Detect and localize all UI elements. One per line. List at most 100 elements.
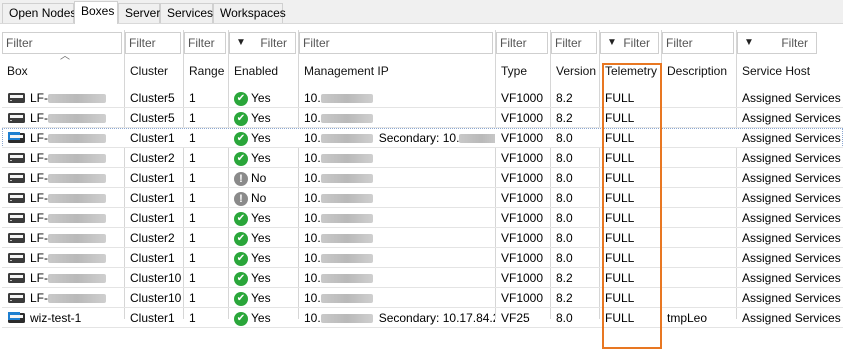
cell-version[interactable]: 8.0 [551,128,599,148]
cell-enabled[interactable]: ! No [229,188,298,208]
table-row[interactable]: LF- Cluster1 1 ✔ Yes 10. Secondary: 10. VF1000 8… [2,128,843,148]
cell-service-host[interactable]: Assigned Services [737,148,843,168]
cell-version[interactable]: 8.0 [551,188,599,208]
cell-telemetry[interactable]: FULL [600,268,661,288]
filter-management-ip[interactable]: Filter [299,32,493,54]
cell-telemetry[interactable]: FULL [600,228,661,248]
cell-description[interactable] [662,248,736,268]
tab-open-nodes[interactable]: Open Nodes [2,3,76,23]
cell-range[interactable]: 1 [184,228,228,248]
cell-box[interactable]: LF- [2,268,124,288]
cell-version[interactable]: 8.0 [551,208,599,228]
column-header-cluster[interactable]: Cluster [125,54,183,87]
column-header-version[interactable]: Version [551,54,599,87]
cell-type[interactable]: VF1000 [496,208,550,228]
cell-version[interactable]: 8.2 [551,268,599,288]
cell-range[interactable]: 1 [184,108,228,128]
filter-enabled[interactable]: ▼ Filter [229,32,296,54]
cell-enabled[interactable]: ✔ Yes [229,228,298,248]
cell-service-host[interactable]: Assigned Services [737,88,843,108]
cell-telemetry[interactable]: FULL [600,308,661,328]
cell-description[interactable] [662,128,736,148]
cell-type[interactable]: VF1000 [496,188,550,208]
cell-version[interactable]: 8.2 [551,88,599,108]
column-header-telemetry[interactable]: Telemetry [600,54,661,87]
cell-telemetry[interactable]: FULL [600,188,661,208]
filter-box[interactable]: Filter [2,32,122,54]
cell-enabled[interactable]: ✔ Yes [229,88,298,108]
cell-telemetry[interactable]: FULL [600,208,661,228]
cell-version[interactable]: 8.0 [551,248,599,268]
table-row[interactable]: LF- Cluster5 1 ✔ Yes 10. VF1000 8.2 FULL Assigned… [2,108,843,128]
cell-description[interactable] [662,228,736,248]
cell-enabled[interactable]: ✔ Yes [229,268,298,288]
table-row[interactable]: LF- Cluster1 1 ✔ Yes 10. VF1000 8.0 FULL Assigned… [2,208,843,228]
cell-telemetry[interactable]: FULL [600,108,661,128]
column-header-management-ip[interactable]: Management IP [299,54,495,87]
cell-version[interactable]: 8.0 [551,308,599,328]
tab-server[interactable]: Server [118,3,160,23]
tab-boxes[interactable]: Boxes [74,1,118,24]
cell-type[interactable]: VF1000 [496,128,550,148]
cell-enabled[interactable]: ✔ Yes [229,148,298,168]
cell-range[interactable]: 1 [184,288,228,308]
dropdown-arrow-icon[interactable]: ▼ [744,33,754,53]
cell-version[interactable]: 8.0 [551,228,599,248]
cell-enabled[interactable]: ✔ Yes [229,288,298,308]
table-row[interactable]: LF- Cluster10 1 ✔ Yes 10. VF1000 8.2 FULL Assigne… [2,268,843,288]
table-row[interactable]: LF- Cluster1 1 ✔ Yes 10. VF1000 8.0 FULL Assigned… [2,248,843,268]
cell-type[interactable]: VF1000 [496,148,550,168]
column-header-service-host[interactable]: Service Host [737,54,843,87]
cell-type[interactable]: VF25 [496,308,550,328]
column-header-description[interactable]: Description [662,54,736,87]
cell-cluster[interactable]: Cluster10 [125,288,183,308]
table-row[interactable]: LF- Cluster2 1 ✔ Yes 10. VF1000 8.0 FULL Assigned… [2,228,843,248]
cell-range[interactable]: 1 [184,268,228,288]
cell-range[interactable]: 1 [184,88,228,108]
cell-type[interactable]: VF1000 [496,268,550,288]
cell-enabled[interactable]: ✔ Yes [229,108,298,128]
filter-service-host[interactable]: ▼ Filter [737,32,817,54]
cell-telemetry[interactable]: FULL [600,148,661,168]
cell-ip[interactable]: 10. [299,268,495,288]
filter-type[interactable]: Filter [496,32,548,54]
filter-cluster[interactable]: Filter [125,32,181,54]
cell-enabled[interactable]: ! No [229,168,298,188]
cell-type[interactable]: VF1000 [496,248,550,268]
tab-services[interactable]: Services [160,3,213,23]
dropdown-arrow-icon[interactable]: ▼ [607,33,617,53]
cell-service-host[interactable]: Assigned Services [737,208,843,228]
cell-version[interactable]: 8.0 [551,168,599,188]
cell-cluster[interactable]: Cluster1 [125,208,183,228]
cell-cluster[interactable]: Cluster1 [125,308,183,328]
cell-enabled[interactable]: ✔ Yes [229,208,298,228]
cell-range[interactable]: 1 [184,188,228,208]
cell-ip[interactable]: 10. [299,208,495,228]
cell-box[interactable]: wiz-test-1 [2,308,124,328]
cell-ip[interactable]: 10. [299,288,495,308]
table-row[interactable]: LF- Cluster5 1 ✔ Yes 10. VF1000 8.2 FULL Assigned… [2,88,843,108]
column-header-box[interactable]: ︿ Box [2,54,124,87]
cell-service-host[interactable]: Assigned Services [737,128,843,148]
cell-ip[interactable]: 10. [299,188,495,208]
table-row[interactable]: LF- Cluster1 1! No 10. VF1000 8.0 FULL Assigned … [2,168,843,188]
cell-service-host[interactable]: Assigned Services [737,268,843,288]
cell-type[interactable]: VF1000 [496,88,550,108]
cell-version[interactable]: 8.0 [551,148,599,168]
cell-box[interactable]: LF- [2,188,124,208]
cell-description[interactable] [662,208,736,228]
cell-description[interactable] [662,148,736,168]
column-header-enabled[interactable]: Enabled [229,54,298,87]
cell-service-host[interactable]: Assigned Services [737,108,843,128]
cell-cluster[interactable]: Cluster2 [125,228,183,248]
cell-range[interactable]: 1 [184,128,228,148]
tab-workspaces[interactable]: Workspaces [213,3,286,23]
cell-box[interactable]: LF- [2,208,124,228]
cell-description[interactable] [662,168,736,188]
cell-description[interactable]: tmpLeo [662,308,736,328]
cell-service-host[interactable]: Assigned Services [737,168,843,188]
cell-ip[interactable]: 10. [299,168,495,188]
cell-cluster[interactable]: Cluster1 [125,188,183,208]
cell-box[interactable]: LF- [2,248,124,268]
cell-version[interactable]: 8.2 [551,108,599,128]
